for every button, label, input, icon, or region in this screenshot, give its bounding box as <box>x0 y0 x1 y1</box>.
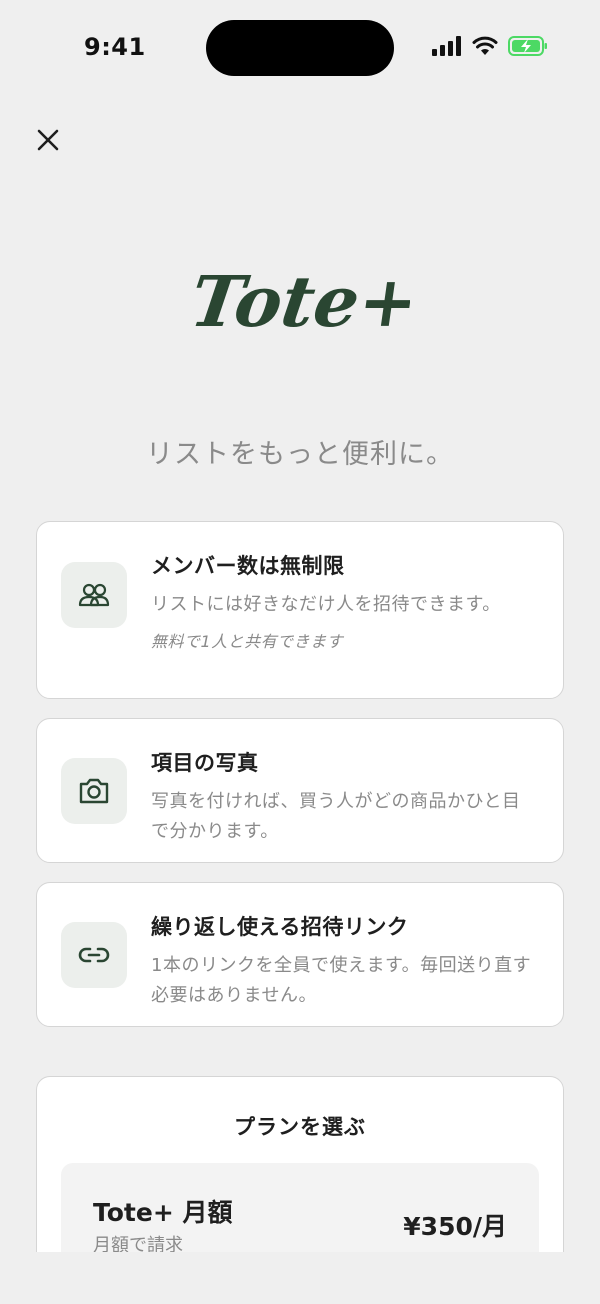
app-logo: Tote+ <box>0 240 600 350</box>
feature-card-unlimited-members: メンバー数は無制限 リストには好きなだけ人を招待できます。 無料で1人と共有でき… <box>36 521 564 699</box>
feature-title: 繰り返し使える招待リンク <box>151 915 409 939</box>
feature-description: 写真を付ければ、買う人がどの商品かひと目で分かります。 <box>151 791 521 842</box>
link-icon <box>78 947 110 963</box>
feature-card-invite-link: 繰り返し使える招待リンク 1本のリンクを全員で使えます。毎回送り直す必要はありま… <box>36 882 564 1027</box>
feature-title: メンバー数は無制限 <box>151 554 345 578</box>
wifi-icon <box>472 36 498 55</box>
close-button[interactable] <box>30 122 66 158</box>
feature-title: 項目の写真 <box>151 751 259 775</box>
logo-text: Tote+ <box>190 260 410 343</box>
cellular-signal-icon <box>432 36 461 56</box>
dynamic-island <box>206 20 394 76</box>
feature-description: リストには好きなだけ人を招待できます。 <box>151 594 501 615</box>
plan-name: Tote+ 月額 <box>93 1198 233 1227</box>
status-bar: 9:41 <box>0 0 600 100</box>
tagline: リストをもっと便利に。 <box>146 439 454 470</box>
status-icons <box>432 36 548 56</box>
status-time: 9:41 <box>84 33 146 61</box>
feature-note: 無料で1人と共有できます <box>151 632 344 651</box>
feature-description: 1本のリンクを全員で使えます。毎回送り直す必要はありません。 <box>151 955 532 1006</box>
battery-charging-icon <box>508 36 547 56</box>
feature-card-item-photos: 項目の写真 写真を付ければ、買う人がどの商品かひと目で分かります。 <box>36 718 564 863</box>
people-icon <box>78 583 110 607</box>
plan-section-title: プランを選ぶ <box>234 1115 366 1139</box>
plan-price: ¥350/月 <box>403 1212 507 1241</box>
scroll-clip <box>0 1252 600 1304</box>
camera-icon <box>79 778 109 804</box>
close-icon <box>37 129 59 151</box>
